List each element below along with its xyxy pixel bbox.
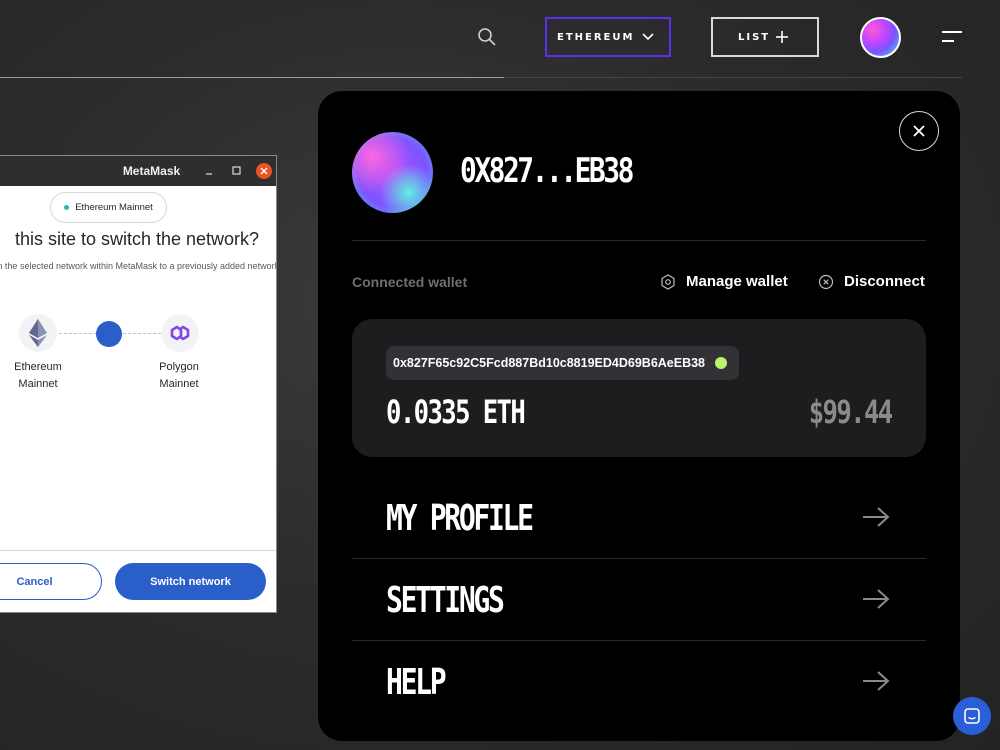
disconnect-button[interactable]: Disconnect bbox=[818, 273, 925, 290]
menu-item-settings[interactable]: SETTINGS bbox=[352, 559, 926, 641]
current-network-label: Ethereum Mainnet bbox=[75, 202, 153, 213]
eth-balance: 0.0335 ETH bbox=[386, 393, 526, 431]
search-icon bbox=[478, 28, 496, 46]
minimize-icon bbox=[206, 173, 212, 175]
window-close-button[interactable] bbox=[256, 163, 272, 179]
current-network-pill: Ethereum Mainnet bbox=[50, 192, 167, 223]
settings-icon bbox=[661, 273, 675, 290]
network-selector[interactable]: ETHEREUM bbox=[545, 17, 671, 57]
chat-support-button[interactable] bbox=[953, 697, 991, 735]
full-address: 0x827F65c92C5Fcd887Bd10c8819ED4D69B6AeEB… bbox=[393, 356, 706, 370]
wallet-avatar bbox=[352, 132, 433, 213]
menu-item-my-profile[interactable]: MY PROFILE bbox=[352, 477, 926, 559]
full-address-pill[interactable]: 0x827F65c92C5Fcd887Bd10c8819ED4D69B6AeEB… bbox=[386, 346, 740, 380]
arrow-right-icon bbox=[863, 589, 890, 609]
maximize-icon bbox=[232, 166, 241, 175]
to-network-label: Polygon Mainnet bbox=[159, 361, 199, 390]
polygon-icon bbox=[161, 314, 199, 352]
cancel-button[interactable]: Cancel bbox=[0, 563, 102, 600]
metamask-window: MetaMask Ethereum Mainnet this site to s… bbox=[0, 155, 277, 613]
search-button[interactable] bbox=[475, 25, 499, 49]
wallet-short-address: 0X827...EB38 bbox=[460, 151, 634, 191]
chevron-down-icon bbox=[642, 33, 654, 41]
panel-divider bbox=[352, 240, 926, 241]
menu-icon bbox=[942, 31, 962, 42]
network-selector-label: ETHEREUM bbox=[557, 31, 635, 43]
close-icon bbox=[913, 125, 925, 137]
disconnect-icon bbox=[818, 274, 834, 289]
network-transition-dot bbox=[96, 321, 122, 347]
window-minimize-button[interactable] bbox=[202, 163, 218, 179]
balance-card: 0x827F65c92C5Fcd887Bd10c8819ED4D69B6AeEB… bbox=[352, 319, 926, 457]
window-maximize-button[interactable] bbox=[229, 163, 245, 179]
footer-divider bbox=[0, 550, 276, 551]
menu-item-label: MY PROFILE bbox=[386, 497, 534, 539]
arrow-right-icon bbox=[863, 507, 890, 527]
switch-network-button[interactable]: Switch network bbox=[115, 563, 266, 600]
menu-item-label: SETTINGS bbox=[386, 579, 505, 621]
ethereum-icon bbox=[19, 314, 57, 352]
disconnect-label: Disconnect bbox=[844, 273, 925, 290]
menu-item-help[interactable]: HELP bbox=[352, 641, 926, 723]
manage-wallet-button[interactable]: Manage wallet bbox=[660, 273, 788, 290]
plus-icon bbox=[776, 31, 788, 43]
manage-wallet-label: Manage wallet bbox=[686, 273, 788, 290]
from-network-label: Ethereum Mainnet bbox=[14, 361, 62, 390]
header-divider bbox=[504, 77, 962, 78]
usd-balance: $99.44 bbox=[809, 393, 893, 431]
menu-item-label: HELP bbox=[386, 661, 447, 703]
switch-network-description: n the selected network within MetaMask t… bbox=[0, 261, 277, 271]
list-button[interactable]: LIST bbox=[711, 17, 819, 57]
hamburger-menu-button[interactable] bbox=[940, 28, 964, 46]
close-panel-button[interactable] bbox=[899, 111, 939, 151]
list-button-label: LIST bbox=[738, 31, 771, 43]
wallet-panel: 0X827...EB38 Connected wallet Manage wal… bbox=[318, 91, 960, 741]
chat-icon bbox=[964, 708, 980, 724]
network-status-dot bbox=[64, 205, 70, 210]
header-underline bbox=[0, 77, 504, 78]
user-avatar[interactable] bbox=[860, 17, 901, 58]
arrow-right-icon bbox=[863, 671, 890, 691]
close-icon bbox=[260, 167, 268, 175]
connected-status-dot bbox=[715, 357, 728, 369]
connected-wallet-label: Connected wallet bbox=[352, 274, 468, 290]
switch-network-heading: this site to switch the network? bbox=[14, 229, 260, 249]
